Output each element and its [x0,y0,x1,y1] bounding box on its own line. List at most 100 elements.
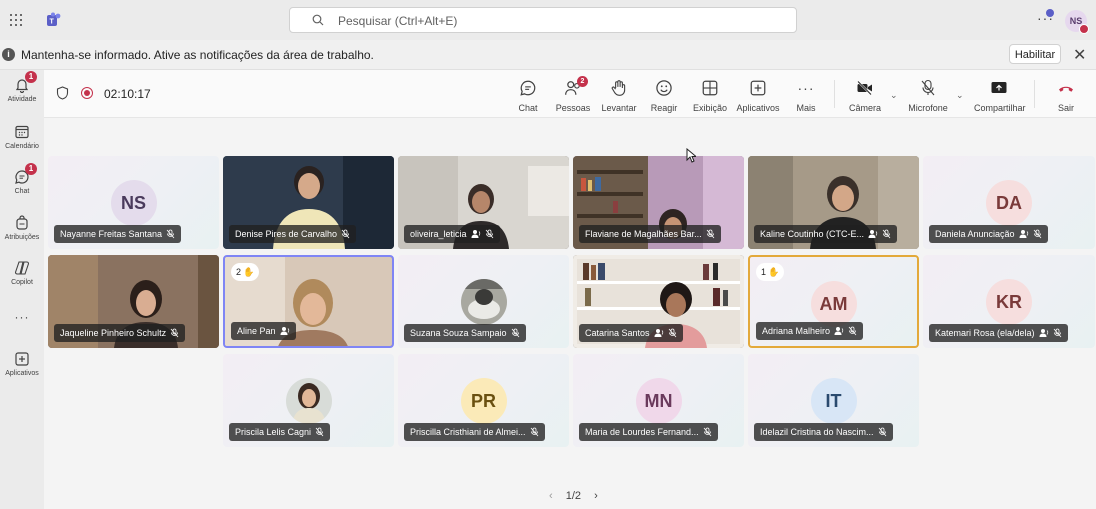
rail-item-chat[interactable]: 1 Chat [0,163,44,195]
profile-photo [460,279,507,325]
participant-tile[interactable]: NS Nayanne Freitas Santana [48,156,219,249]
participant-tile[interactable]: PR Priscilla Cristhiani de Almei... [398,354,569,447]
participant-name: Katemari Rosa (ela/dela) [935,328,1035,338]
participant-name: Idelazil Cristina do Nascim... [760,427,874,437]
app-launcher-icon[interactable] [9,13,23,27]
rail-item-activity[interactable]: 1 Atividade [0,71,44,103]
participant-tile[interactable]: IT Idelazil Cristina do Nascim... [748,354,919,447]
rail-item-assignments[interactable]: Atribuições [0,215,44,241]
rail-more-icon[interactable]: ··· [0,310,44,324]
speaker-icon [1019,229,1029,239]
svg-text:T: T [50,19,55,26]
participant-tile[interactable]: oliveira_leticia [398,156,569,249]
rail-label: Atividade [7,96,37,103]
add-apps-icon [15,352,29,366]
participant-nametag: Maria de Lourdes Fernand... [579,423,718,441]
hang-up-icon [1059,86,1073,92]
view-label: Exibição [692,103,728,113]
participant-nametag: Idelazil Cristina do Nascim... [754,423,893,441]
raise-hand-button[interactable]: Levantar [600,78,638,113]
avatar: DA [986,180,1032,226]
participant-tile[interactable]: Suzana Souza Sampaio [398,255,569,348]
participant-tile[interactable]: Flaviane de Magalhães Bar... [573,156,744,249]
participant-tile[interactable]: DA Daniela Anunciação [923,156,1095,249]
more-button[interactable]: ··· Mais [791,78,821,113]
mic-muted-icon [315,427,324,437]
smiley-icon [656,80,672,96]
participant-tile[interactable]: Priscila Lelis Cagni [223,354,394,447]
participant-name: Kaline Coutinho (CTC-E... [760,229,865,239]
apps-button[interactable]: Aplicativos [736,78,780,113]
profile-photo [285,378,332,424]
shield-icon[interactable] [56,86,69,100]
avatar: NS [110,180,157,226]
participant-name: Daniela Anunciação [935,229,1015,239]
participant-nametag: Priscilla Cristhiani de Almei... [404,423,545,441]
rail-item-apps[interactable]: Aplicativos [0,351,44,377]
grid-view-icon [702,80,718,96]
divider [834,80,835,108]
participant-tile[interactable]: MN Maria de Lourdes Fernand... [573,354,744,447]
info-icon: i [2,48,15,61]
add-apps-icon [750,80,766,96]
share-label: Compartilhar [974,103,1026,113]
participant-nametag: Aline Pan [231,322,296,340]
chat-badge: 1 [25,163,37,175]
participant-tile[interactable]: Kaline Coutinho (CTC-E... [748,156,919,249]
participant-name: oliveira_leticia [410,229,467,239]
speaker-icon [834,326,844,336]
hand-icon [611,80,626,96]
rail-label: Copilot [11,279,33,286]
view-button[interactable]: Exibição [691,78,729,113]
next-page-chevron-icon[interactable]: › [594,490,598,502]
hand-order: 1 [761,267,767,277]
raised-hand-icon: ✋ [243,267,255,277]
people-button[interactable]: 2 Pessoas [554,76,592,113]
search-icon [312,14,324,26]
banner-message: Mantenha-se informado. Ative as notifica… [21,48,374,62]
participant-tile[interactable]: Catarina Santos [573,255,744,348]
rail-label: Calendário [5,143,39,150]
participant-tile[interactable]: AM 1 ✋ Adriana Malheiro [748,255,919,348]
participant-name: Suzana Souza Sampaio [410,328,507,338]
close-banner-icon[interactable]: ✕ [1073,45,1086,65]
rail-item-copilot[interactable]: Copilot [0,260,44,286]
search-placeholder: Pesquisar (Ctrl+Alt+E) [338,14,458,28]
mic-muted-icon [511,328,520,338]
app-rail: 1 Atividade Calendário 1 Chat Atribuiçõe… [0,70,44,509]
title-bar: T Pesquisar (Ctrl+Alt+E) ··· NS [0,0,1096,40]
mic-muted-icon [668,328,677,338]
raise-label: Levantar [601,103,637,113]
participant-tile[interactable]: KR Katemari Rosa (ela/dela) [923,255,1095,348]
mic-muted-icon [166,229,175,239]
microphone-button[interactable]: Microfone [906,78,950,113]
react-label: Reagir [650,103,678,113]
participant-tile[interactable]: Denise Pires de Carvalho [223,156,394,249]
avatar: MN [635,378,682,424]
prev-page-chevron-icon[interactable]: ‹ [549,490,553,502]
participant-tile[interactable]: Jaqueline Pinheiro Schultz [48,255,219,348]
enable-notifications-button[interactable]: Habilitar [1009,44,1061,64]
meeting-control-bar: 02:10:17 Chat 2 Pessoas Levantar Reagir … [44,70,1096,118]
search-input[interactable]: Pesquisar (Ctrl+Alt+E) [289,7,797,33]
camera-options-chevron-icon[interactable]: ⌄ [890,90,898,101]
participant-nametag: Catarina Santos [579,324,683,342]
rail-item-calendar[interactable]: Calendário [0,124,44,150]
react-button[interactable]: Reagir [647,78,681,113]
apps-label: Aplicativos [736,103,780,113]
mic-muted-icon [530,427,539,437]
participant-nametag: Suzana Souza Sampaio [404,324,526,342]
notification-banner: i Mantenha-se informado. Ative as notifi… [0,40,1096,70]
page-indicator: 1/2 [565,490,582,502]
leave-button[interactable]: Sair [1052,78,1080,113]
user-avatar[interactable]: NS [1065,10,1089,34]
mic-options-chevron-icon[interactable]: ⌄ [956,90,964,101]
camera-button[interactable]: Câmera [848,78,882,113]
chat-button[interactable]: Chat [512,78,544,113]
participant-nametag: Nayanne Freitas Santana [54,225,182,243]
copilot-icon [14,261,30,275]
participant-tile[interactable]: 2 ✋ Aline Pan [223,255,394,348]
camera-label: Câmera [848,103,881,113]
participant-name: Nayanne Freitas Santana [60,229,163,239]
share-button[interactable]: Compartilhar [974,78,1026,113]
